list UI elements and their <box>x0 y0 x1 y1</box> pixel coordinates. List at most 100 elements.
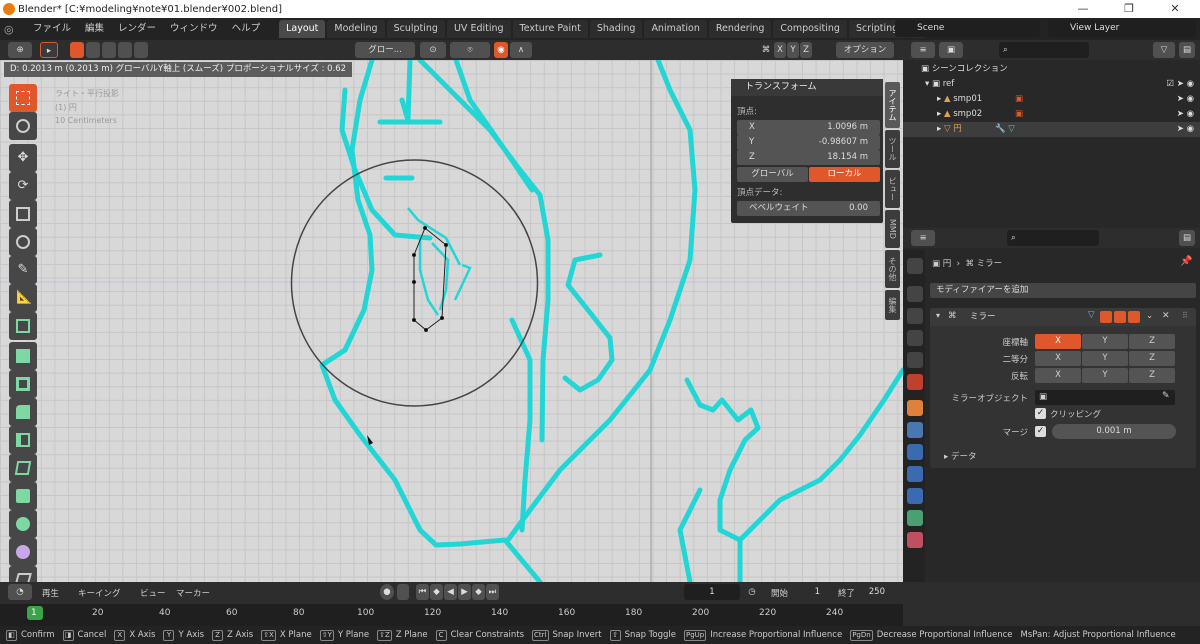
start-frame-field[interactable]: 1 <box>790 584 820 600</box>
tab-other[interactable]: その他 <box>885 250 900 288</box>
menu-file[interactable]: ファイル <box>26 18 78 40</box>
scale-tool-icon[interactable] <box>9 200 37 228</box>
properties-options-icon[interactable]: ▤ <box>1179 230 1195 246</box>
vertex-y-field[interactable]: Y -0.98607 m <box>737 135 880 150</box>
rotate-tool-icon[interactable]: ⟳ <box>9 172 37 200</box>
search-icon[interactable]: ⌕ <box>999 42 1089 58</box>
spin-tool-icon[interactable] <box>9 510 37 538</box>
modifier-menu-icon[interactable]: ⌄ <box>1146 311 1153 321</box>
physics-tab-icon[interactable] <box>907 466 923 482</box>
proportional-edit-icon[interactable]: ◉ <box>494 42 508 58</box>
maximize-icon[interactable]: ❐ <box>1106 0 1152 18</box>
outliner-row-smp02[interactable]: ▸ ▲ smp02 ▣ ➤ ◉ <box>903 107 1200 122</box>
end-frame-field[interactable]: 250 <box>855 584 885 600</box>
mirror-icon[interactable]: ⌘ <box>758 42 774 58</box>
editor-type-icon[interactable]: ⊕ <box>8 42 32 58</box>
select-mode-icon[interactable]: ▸ <box>40 42 58 58</box>
inset-tool-icon[interactable] <box>9 370 37 398</box>
axis-z-button[interactable]: Z <box>800 42 812 58</box>
render-tab-icon[interactable] <box>907 286 923 302</box>
flip-y-toggle[interactable]: Y <box>1082 368 1128 383</box>
viewport-toggle-icon[interactable] <box>1114 311 1126 323</box>
orientation-dropdown[interactable]: グロー... <box>355 42 415 58</box>
merge-distance-field[interactable]: 0.001 m <box>1052 424 1176 439</box>
properties-editor-icon[interactable]: ≡ <box>911 230 935 246</box>
pin-icon[interactable]: 📌 <box>1180 256 1192 267</box>
editmode-toggle-icon[interactable] <box>1100 311 1112 323</box>
add-modifier-dropdown[interactable]: モディファイアーを追加 <box>930 283 1196 298</box>
remove-modifier-icon[interactable]: ✕ <box>1162 311 1170 321</box>
jump-start-icon[interactable]: ⏮ <box>416 584 429 600</box>
loop-cut-tool-icon[interactable] <box>9 426 37 454</box>
view-layer-tab-icon[interactable] <box>907 330 923 346</box>
outliner-editor-icon[interactable]: ≡ <box>911 42 935 58</box>
bisect-x-toggle[interactable]: X <box>1035 351 1081 366</box>
vertex-z-field[interactable]: Z 18.154 m <box>737 150 880 165</box>
tool-tab-icon[interactable] <box>907 258 923 274</box>
eyedropper-icon[interactable]: ✎ <box>1162 391 1170 401</box>
select-extend-icon[interactable] <box>86 42 100 58</box>
vertex-x-field[interactable]: X 1.0096 m <box>737 120 880 135</box>
minimize-icon[interactable]: — <box>1060 0 1106 18</box>
modifier-tab-icon[interactable] <box>907 422 923 438</box>
auto-key-icon[interactable] <box>397 584 409 600</box>
jump-end-icon[interactable]: ⏭ <box>486 584 499 600</box>
play-reverse-icon[interactable]: ◀ <box>444 584 457 600</box>
view-layer-selector[interactable]: View Layer <box>1048 20 1196 37</box>
outliner-row-circle[interactable]: ▸ ▽ 円 🔧 ▽ ➤ ◉ <box>903 122 1200 137</box>
flip-z-toggle[interactable]: Z <box>1129 368 1175 383</box>
close-icon[interactable]: ✕ <box>1152 0 1198 18</box>
tab-modeling[interactable]: Modeling <box>327 20 385 38</box>
transform-tool-icon[interactable] <box>9 228 37 256</box>
menu-help[interactable]: ヘルプ <box>225 18 268 40</box>
axis-x-button[interactable]: X <box>774 42 786 58</box>
local-toggle[interactable]: ローカル <box>809 167 880 182</box>
clipping-checkbox[interactable]: ✓ <box>1035 408 1046 419</box>
extrude-tool-icon[interactable] <box>9 342 37 370</box>
axis-y-toggle[interactable]: Y <box>1082 334 1128 349</box>
options-dropdown[interactable]: オプション <box>836 42 894 58</box>
edit-cage-icon[interactable]: ▽ <box>1088 310 1095 320</box>
scene-selector[interactable]: Scene <box>895 20 1040 37</box>
poly-build-tool-icon[interactable] <box>9 482 37 510</box>
menu-window[interactable]: ウィンドウ <box>163 18 225 40</box>
global-toggle[interactable]: グローバル <box>737 167 808 182</box>
select-box-tool-icon[interactable] <box>9 84 37 112</box>
add-cube-tool-icon[interactable] <box>9 312 37 340</box>
axis-z-toggle[interactable]: Z <box>1129 334 1175 349</box>
smooth-tool-icon[interactable] <box>9 538 37 566</box>
play-icon[interactable]: ▶ <box>458 584 471 600</box>
tab-texture-paint[interactable]: Texture Paint <box>512 20 588 38</box>
keying-menu[interactable]: キーイング <box>78 587 121 599</box>
tab-mmd[interactable]: MMD <box>885 210 900 248</box>
blender-menu-icon[interactable]: ◎ <box>4 23 26 36</box>
material-tab-icon[interactable] <box>907 532 923 548</box>
tab-animation[interactable]: Animation <box>644 20 707 38</box>
axis-x-toggle[interactable]: X <box>1035 334 1081 349</box>
axis-y-button[interactable]: Y <box>787 42 799 58</box>
modifier-name-field[interactable]: ミラー <box>970 310 1080 324</box>
tab-tool[interactable]: ツール <box>885 130 900 168</box>
knife-tool-icon[interactable] <box>9 454 37 482</box>
menu-edit[interactable]: 編集 <box>78 18 111 40</box>
playback-menu[interactable]: 再生 <box>42 587 59 599</box>
tab-rendering[interactable]: Rendering <box>708 20 772 38</box>
world-tab-icon[interactable] <box>907 374 923 390</box>
drag-handle-icon[interactable]: ⠿ <box>1182 311 1188 320</box>
scene-collection-row[interactable]: ▣ シーンコレクション <box>903 62 1200 77</box>
mirror-object-field[interactable]: ▣ <box>1035 390 1175 405</box>
object-tab-icon[interactable] <box>907 400 923 416</box>
tab-item[interactable]: アイテム <box>885 82 900 128</box>
current-frame-field[interactable]: 1 <box>684 584 740 600</box>
tab-edit[interactable]: 編集 <box>885 290 900 320</box>
bevel-tool-icon[interactable] <box>9 398 37 426</box>
bisect-z-toggle[interactable]: Z <box>1129 351 1175 366</box>
tab-view[interactable]: ビュー <box>885 170 900 208</box>
tab-sculpting[interactable]: Sculpting <box>386 20 445 38</box>
snap-icon[interactable]: ⌾ <box>450 42 490 58</box>
pivot-icon[interactable]: ⊙ <box>420 42 446 58</box>
select-subtract-icon[interactable] <box>102 42 116 58</box>
next-key-icon[interactable]: ◆ <box>472 584 485 600</box>
marker-menu[interactable]: マーカー <box>176 587 210 599</box>
bevel-weight-field[interactable]: ベベルウェイト 0.00 <box>737 201 880 216</box>
